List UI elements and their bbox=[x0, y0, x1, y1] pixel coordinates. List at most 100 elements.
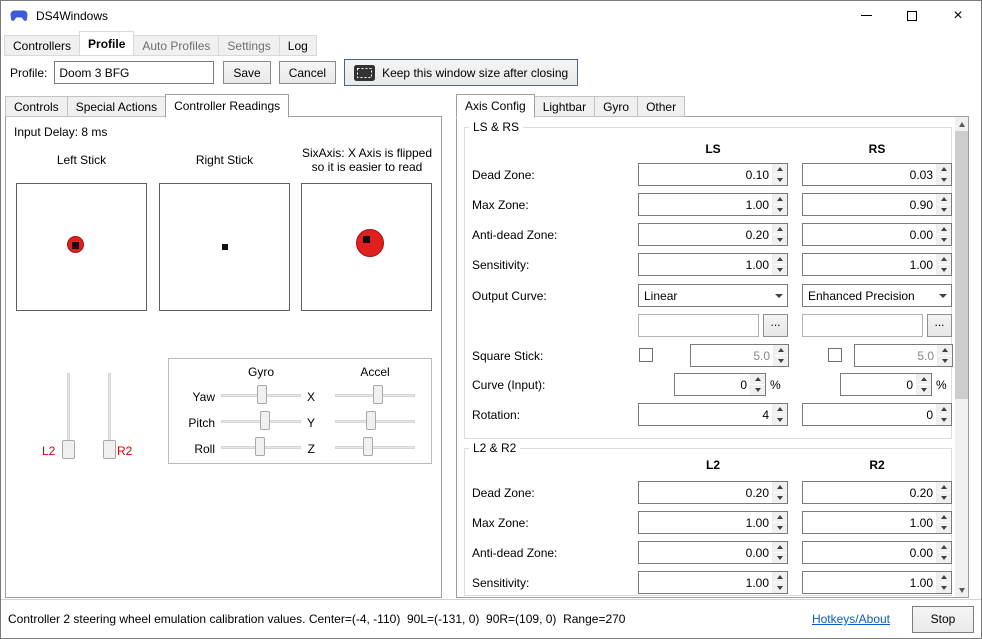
rs-curve-input-input[interactable] bbox=[841, 374, 916, 395]
spin-down-icon[interactable] bbox=[774, 355, 788, 366]
l2-slider-thumb[interactable] bbox=[62, 440, 75, 459]
spin-up-icon[interactable] bbox=[937, 224, 951, 234]
spin-up-icon[interactable] bbox=[773, 164, 787, 174]
ls-curve-input-input[interactable] bbox=[675, 374, 750, 395]
l2-max-zone-spinner[interactable] bbox=[638, 511, 788, 534]
ls-custom-curve-input[interactable] bbox=[638, 314, 759, 337]
tab-auto-profiles[interactable]: Auto Profiles bbox=[133, 35, 219, 56]
rs-rotation-input[interactable] bbox=[803, 404, 936, 425]
r2-anti-dead-zone-spinner[interactable] bbox=[802, 541, 952, 564]
yaw-slider-thumb[interactable] bbox=[257, 385, 267, 404]
accel-x-slider-thumb[interactable] bbox=[373, 385, 383, 404]
rs-square-stick-checkbox[interactable] bbox=[828, 348, 842, 362]
spin-down-icon[interactable] bbox=[773, 492, 787, 503]
ls-square-stick-roundness-spinner[interactable] bbox=[690, 344, 789, 367]
spin-up-icon[interactable] bbox=[773, 254, 787, 264]
ls-curve-input-spinner[interactable] bbox=[674, 373, 766, 396]
spin-up-icon[interactable] bbox=[917, 374, 931, 384]
ls-max-zone-spinner[interactable] bbox=[638, 193, 788, 216]
tab-special-actions[interactable]: Special Actions bbox=[67, 96, 166, 117]
spin-up-icon[interactable] bbox=[773, 542, 787, 552]
scroll-up-button[interactable] bbox=[955, 117, 968, 131]
ls-output-curve-dropdown[interactable]: Linear bbox=[638, 284, 788, 307]
hotkeys-about-link[interactable]: Hotkeys/About bbox=[812, 612, 890, 626]
spin-up-icon[interactable] bbox=[773, 194, 787, 204]
ls-custom-curve-browse-button[interactable]: ... bbox=[763, 314, 788, 337]
minimize-button[interactable] bbox=[843, 1, 889, 30]
rs-square-stick-roundness-spinner[interactable] bbox=[854, 344, 953, 367]
spin-down-icon[interactable] bbox=[937, 414, 951, 425]
spin-up-icon[interactable] bbox=[773, 482, 787, 492]
accel-y-slider[interactable] bbox=[335, 411, 415, 431]
spin-down-icon[interactable] bbox=[937, 582, 951, 593]
spin-down-icon[interactable] bbox=[937, 492, 951, 503]
ls-dead-zone-spinner[interactable] bbox=[638, 163, 788, 186]
spin-down-icon[interactable] bbox=[773, 582, 787, 593]
accel-y-slider-thumb[interactable] bbox=[366, 411, 376, 430]
roll-slider-thumb[interactable] bbox=[255, 437, 265, 456]
spin-buttons[interactable] bbox=[936, 572, 951, 593]
rs-rotation-spinner[interactable] bbox=[802, 403, 952, 426]
rs-custom-curve-browse-button[interactable]: ... bbox=[927, 314, 952, 337]
yaw-slider[interactable] bbox=[221, 385, 301, 405]
l2-anti-dead-zone-spinner[interactable] bbox=[638, 541, 788, 564]
spin-down-icon[interactable] bbox=[938, 355, 952, 366]
ls-sensitivity-input[interactable] bbox=[639, 254, 772, 275]
save-button[interactable]: Save bbox=[223, 61, 270, 84]
tab-log[interactable]: Log bbox=[279, 35, 317, 56]
right-panel-scrollbar[interactable] bbox=[955, 117, 968, 597]
spin-down-icon[interactable] bbox=[773, 204, 787, 215]
rs-curve-input-spinner[interactable] bbox=[840, 373, 932, 396]
spin-up-icon[interactable] bbox=[937, 512, 951, 522]
spin-buttons[interactable] bbox=[936, 224, 951, 245]
rs-anti-dead-zone-spinner[interactable] bbox=[802, 223, 952, 246]
spin-up-icon[interactable] bbox=[773, 404, 787, 414]
spin-down-icon[interactable] bbox=[937, 264, 951, 275]
maximize-button[interactable] bbox=[889, 1, 935, 30]
spin-up-icon[interactable] bbox=[773, 572, 787, 582]
spin-down-icon[interactable] bbox=[773, 234, 787, 245]
l2-anti-dead-zone-input[interactable] bbox=[639, 542, 772, 563]
spin-up-icon[interactable] bbox=[937, 482, 951, 492]
spin-down-icon[interactable] bbox=[751, 384, 765, 395]
spin-buttons[interactable] bbox=[936, 164, 951, 185]
ls-dead-zone-input[interactable] bbox=[639, 164, 772, 185]
spin-buttons[interactable] bbox=[936, 194, 951, 215]
spin-buttons[interactable] bbox=[750, 374, 765, 395]
l2-max-zone-input[interactable] bbox=[639, 512, 772, 533]
spin-down-icon[interactable] bbox=[937, 552, 951, 563]
tab-controls[interactable]: Controls bbox=[5, 96, 68, 117]
r2-anti-dead-zone-input[interactable] bbox=[803, 542, 936, 563]
rs-dead-zone-spinner[interactable] bbox=[802, 163, 952, 186]
spin-buttons[interactable] bbox=[936, 482, 951, 503]
spin-down-icon[interactable] bbox=[937, 234, 951, 245]
rs-anti-dead-zone-input[interactable] bbox=[803, 224, 936, 245]
spin-up-icon[interactable] bbox=[774, 345, 788, 355]
spin-buttons[interactable] bbox=[772, 482, 787, 503]
rs-dead-zone-input[interactable] bbox=[803, 164, 936, 185]
spin-buttons[interactable] bbox=[773, 345, 788, 366]
spin-down-icon[interactable] bbox=[937, 522, 951, 533]
spin-down-icon[interactable] bbox=[773, 174, 787, 185]
ls-rotation-spinner[interactable] bbox=[638, 403, 788, 426]
spin-buttons[interactable] bbox=[772, 572, 787, 593]
l2-sensitivity-input[interactable] bbox=[639, 572, 772, 593]
ls-square-stick-checkbox[interactable] bbox=[639, 348, 653, 362]
close-button[interactable]: × bbox=[935, 1, 981, 30]
tab-settings[interactable]: Settings bbox=[218, 35, 279, 56]
spin-up-icon[interactable] bbox=[751, 374, 765, 384]
ls-anti-dead-zone-input[interactable] bbox=[639, 224, 772, 245]
rs-max-zone-spinner[interactable] bbox=[802, 193, 952, 216]
r2-sensitivity-spinner[interactable] bbox=[802, 571, 952, 594]
tab-profile[interactable]: Profile bbox=[79, 31, 134, 56]
spin-up-icon[interactable] bbox=[773, 512, 787, 522]
spin-buttons[interactable] bbox=[936, 542, 951, 563]
r2-max-zone-input[interactable] bbox=[803, 512, 936, 533]
ls-anti-dead-zone-spinner[interactable] bbox=[638, 223, 788, 246]
profile-name-input[interactable] bbox=[54, 61, 214, 84]
keep-window-size-button[interactable]: Keep this window size after closing bbox=[344, 59, 578, 86]
spin-up-icon[interactable] bbox=[937, 572, 951, 582]
scrollbar-thumb[interactable] bbox=[955, 131, 968, 399]
rs-sensitivity-input[interactable] bbox=[803, 254, 936, 275]
ls-square-stick-roundness-input[interactable] bbox=[691, 345, 773, 366]
